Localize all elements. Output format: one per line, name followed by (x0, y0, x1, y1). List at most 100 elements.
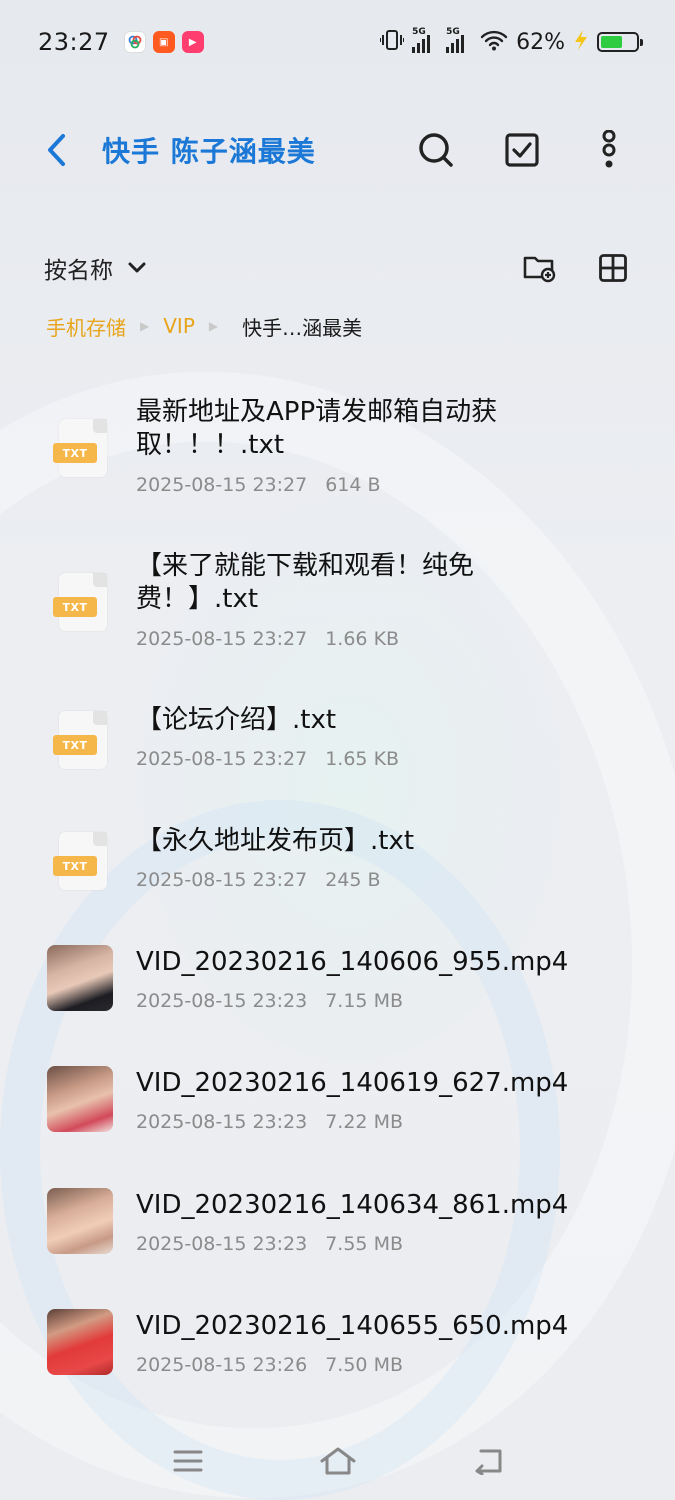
txt-file-icon: TXT (53, 832, 107, 890)
video-thumbnail (46, 1308, 114, 1376)
charging-icon (573, 29, 589, 55)
list-item[interactable]: VID_20230216_140619_627.mp4 2025-08-15 2… (0, 1065, 675, 1145)
list-item[interactable]: VID_20230216_140655_650.mp4 2025-08-15 2… (0, 1308, 675, 1388)
file-type-icon: TXT (46, 827, 114, 895)
background-ring (0, 800, 560, 1500)
video-thumbnail-image (47, 1188, 113, 1254)
file-meta: 2025-08-15 23:27 1.65 KB (136, 748, 399, 770)
view-toggle-button[interactable] (588, 243, 638, 293)
network-type-1: 5G (412, 27, 426, 37)
file-manager-screen: 23:27 ▣ ▶ 5G 5G 62% 快手 陈子涵最美 按名称 手机存储 ▶ … (0, 0, 675, 1500)
txt-file-icon: TXT (53, 419, 107, 477)
file-type-icon: TXT (46, 706, 114, 774)
file-date: 2025-08-15 23:23 (136, 1111, 308, 1133)
video-thumbnail-image (47, 945, 113, 1011)
file-name: 【论坛介绍】.txt (136, 705, 337, 735)
file-size: 1.66 KB (325, 628, 400, 650)
status-time: 23:27 (38, 28, 110, 56)
list-item[interactable]: TXT 【来了就能下载和观看！纯免费！】.txt 2025-08-15 23:2… (0, 548, 675, 664)
more-vertical-icon (602, 130, 616, 168)
video-thumbnail-image (47, 1309, 113, 1375)
file-size: 1.65 KB (325, 748, 400, 770)
menu-icon (173, 1450, 203, 1472)
battery-percent: 62% (516, 29, 565, 55)
txt-badge: TXT (53, 597, 97, 617)
breadcrumb: 手机存储 ▶ VIP ▶ 快手…涵最美 (46, 308, 362, 344)
file-type-icon: TXT (46, 414, 114, 482)
file-name: VID_20230216_140634_861.mp4 (136, 1190, 569, 1220)
file-name: VID_20230216_140619_627.mp4 (136, 1068, 569, 1098)
home-button[interactable] (308, 1438, 368, 1484)
list-item[interactable]: TXT 最新地址及APP请发邮箱自动获取！！！.txt 2025-08-15 2… (0, 394, 675, 510)
list-item[interactable]: TXT 【论坛介绍】.txt 2025-08-15 23:27 1.65 KB (0, 702, 675, 782)
vibrate-icon (379, 29, 406, 55)
home-icon (320, 1447, 356, 1475)
battery-icon (597, 32, 643, 52)
file-name: 最新地址及APP请发邮箱自动获取！！！.txt (136, 397, 498, 460)
file-size: 614 B (325, 474, 381, 496)
app-notification-icon (123, 31, 146, 53)
video-thumbnail (46, 944, 114, 1012)
file-name: 【来了就能下载和观看！纯免费！】.txt (136, 551, 475, 614)
txt-badge: TXT (53, 443, 97, 463)
file-date: 2025-08-15 23:27 (136, 748, 308, 770)
file-date: 2025-08-15 23:23 (136, 1233, 308, 1255)
status-bar: 23:27 ▣ ▶ 5G 5G 62% (0, 0, 675, 84)
grid-view-icon (599, 254, 627, 282)
signal-icon-2: 5G (446, 27, 472, 53)
list-item[interactable]: VID_20230216_140606_955.mp4 2025-08-15 2… (0, 944, 675, 1024)
video-thumbnail (46, 1065, 114, 1133)
notification-icons: ▣ ▶ (123, 31, 204, 53)
page-title: 快手 陈子涵最美 (102, 135, 316, 168)
new-folder-icon (523, 256, 556, 283)
more-options-button[interactable] (584, 125, 634, 175)
file-size: 7.55 MB (325, 1233, 403, 1255)
video-app-icon: ▶ (181, 31, 204, 53)
chevron-down-icon (128, 262, 146, 273)
file-date: 2025-08-15 23:27 (136, 628, 308, 650)
back-button[interactable] (36, 120, 76, 180)
new-folder-button[interactable] (514, 243, 564, 293)
top-app-bar: 快手 陈子涵最美 (0, 110, 675, 190)
sort-toolbar: 按名称 (0, 240, 675, 296)
sort-dropdown[interactable]: 按名称 (44, 251, 147, 285)
search-icon (419, 133, 453, 167)
list-item[interactable]: TXT 【永久地址发布页】.txt 2025-08-15 23:27 245 B (0, 823, 675, 903)
list-item[interactable]: VID_20230216_140634_861.mp4 2025-08-15 2… (0, 1187, 675, 1267)
txt-badge: TXT (53, 856, 97, 876)
txt-badge: TXT (53, 735, 97, 755)
file-meta: 2025-08-15 23:27 1.66 KB (136, 628, 399, 650)
shopping-app-icon: ▣ (152, 31, 175, 53)
status-indicators: 5G 5G 62% (379, 27, 643, 55)
battery-fill (601, 36, 623, 48)
breadcrumb-item-storage[interactable]: 手机存储 (46, 312, 126, 341)
checkbox-icon (505, 133, 539, 167)
file-meta: 2025-08-15 23:23 7.15 MB (136, 990, 403, 1012)
system-back-button[interactable] (458, 1438, 518, 1484)
file-size: 7.50 MB (325, 1354, 403, 1376)
network-type-2: 5G (446, 27, 460, 37)
video-thumbnail (46, 1187, 114, 1255)
txt-file-icon: TXT (53, 573, 107, 631)
sort-label: 按名称 (44, 258, 113, 284)
signal-icon: 5G (412, 27, 438, 53)
file-date: 2025-08-15 23:23 (136, 990, 308, 1012)
txt-file-icon: TXT (53, 711, 107, 769)
file-meta: 2025-08-15 23:23 7.22 MB (136, 1111, 403, 1133)
search-button[interactable] (411, 125, 461, 175)
file-name: VID_20230216_140606_955.mp4 (136, 947, 569, 977)
file-meta: 2025-08-15 23:27 245 B (136, 869, 381, 891)
file-meta: 2025-08-15 23:26 7.50 MB (136, 1354, 403, 1376)
file-meta: 2025-08-15 23:23 7.55 MB (136, 1233, 403, 1255)
file-date: 2025-08-15 23:26 (136, 1354, 308, 1376)
breadcrumb-separator-icon: ▶ (208, 319, 219, 333)
breadcrumb-current: 快手…涵最美 (242, 315, 363, 340)
file-size: 7.22 MB (325, 1111, 403, 1133)
file-size: 7.15 MB (325, 990, 403, 1012)
file-size: 245 B (325, 869, 381, 891)
file-name: VID_20230216_140655_650.mp4 (136, 1311, 569, 1341)
file-date: 2025-08-15 23:27 (136, 869, 308, 891)
recent-apps-button[interactable] (158, 1438, 218, 1484)
select-mode-button[interactable] (497, 125, 547, 175)
breadcrumb-item-vip[interactable]: VIP (163, 314, 195, 338)
